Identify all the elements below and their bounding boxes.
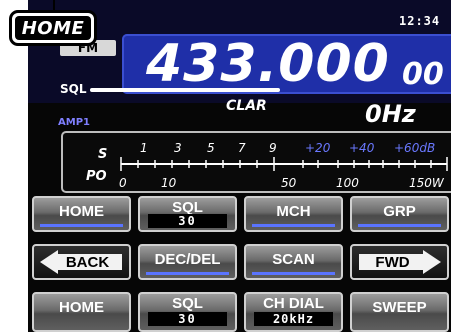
- ch-dial-label: CH DIAL: [263, 295, 324, 312]
- home2-label: HOME: [59, 299, 104, 316]
- sql-bar: [90, 88, 280, 92]
- po-tick-50: 50: [281, 176, 297, 190]
- amp-label: AMP1: [58, 117, 90, 128]
- fwd-label: FWD: [375, 254, 410, 271]
- sql-button-2[interactable]: SQL 30: [138, 292, 237, 332]
- scan-button[interactable]: SCAN: [244, 244, 343, 280]
- po-label: PO: [86, 169, 107, 184]
- s-label: S: [98, 147, 107, 162]
- dec-del-button[interactable]: DEC/DEL: [138, 244, 237, 280]
- s-tick-plus20: +20: [305, 141, 331, 155]
- s-tick-5: 5: [207, 141, 215, 155]
- mch-button[interactable]: MCH: [244, 196, 343, 232]
- radio-display: 12:34 FM 433.000 00 SQL CLAR 0Hz AMP1 S …: [28, 0, 451, 332]
- scan-label: SCAN: [272, 251, 315, 268]
- scan-underline: [252, 272, 335, 275]
- s-tick-7: 7: [238, 141, 246, 155]
- grp-button[interactable]: GRP: [350, 196, 449, 232]
- sweep-button[interactable]: SWEEP: [350, 292, 449, 332]
- home-button-2[interactable]: HOME: [32, 292, 131, 332]
- po-tick-150: 150W: [409, 176, 445, 190]
- s-tick-9: 9: [269, 141, 277, 155]
- sql-btn-value: 30: [148, 214, 227, 228]
- mch-underline: [252, 224, 335, 227]
- clock: 12:34: [399, 14, 441, 28]
- sql2-label: SQL: [172, 295, 203, 312]
- s-po-meter: S PO 1 3 5 7 9 +20 +40 +60dB 0 10 50 100…: [61, 131, 451, 193]
- po-tick-10: 10: [161, 176, 177, 190]
- home-callout: HOME: [9, 10, 97, 46]
- sweep-label: SWEEP: [372, 299, 427, 316]
- ch-dial-value: 20kHz: [254, 312, 333, 326]
- fwd-button[interactable]: FWD: [350, 244, 449, 280]
- frequency-main: 433.000: [146, 34, 390, 94]
- home-button[interactable]: HOME: [32, 196, 131, 232]
- dec-del-label: DEC/DEL: [154, 251, 221, 268]
- meter-scale: S PO 1 3 5 7 9 +20 +40 +60dB 0 10 50 100…: [86, 141, 448, 190]
- dec-del-underline: [146, 272, 229, 275]
- back-button[interactable]: BACK: [32, 244, 131, 280]
- grp-underline: [358, 224, 441, 227]
- frequency-sub: 00: [402, 57, 444, 92]
- po-tick-0: 0: [119, 176, 127, 190]
- clar-label: CLAR: [226, 98, 267, 114]
- home-underline: [40, 224, 123, 227]
- mch-label: MCH: [276, 203, 311, 220]
- s-tick-1: 1: [140, 141, 148, 155]
- sql-label: SQL: [60, 82, 87, 96]
- s-tick-3: 3: [174, 141, 182, 155]
- back-label: BACK: [65, 254, 110, 271]
- ch-dial-button[interactable]: CH DIAL 20kHz: [244, 292, 343, 332]
- s-tick-plus40: +40: [349, 141, 375, 155]
- home-label: HOME: [59, 203, 104, 220]
- clar-value: 0Hz: [365, 100, 416, 128]
- sql-button[interactable]: SQL 30: [138, 196, 237, 232]
- callout-label: HOME: [15, 16, 91, 40]
- grp-label: GRP: [383, 203, 416, 220]
- sql2-value: 30: [148, 312, 227, 326]
- po-tick-100: 100: [336, 176, 359, 190]
- s-tick-plus60: +60dB: [394, 141, 435, 155]
